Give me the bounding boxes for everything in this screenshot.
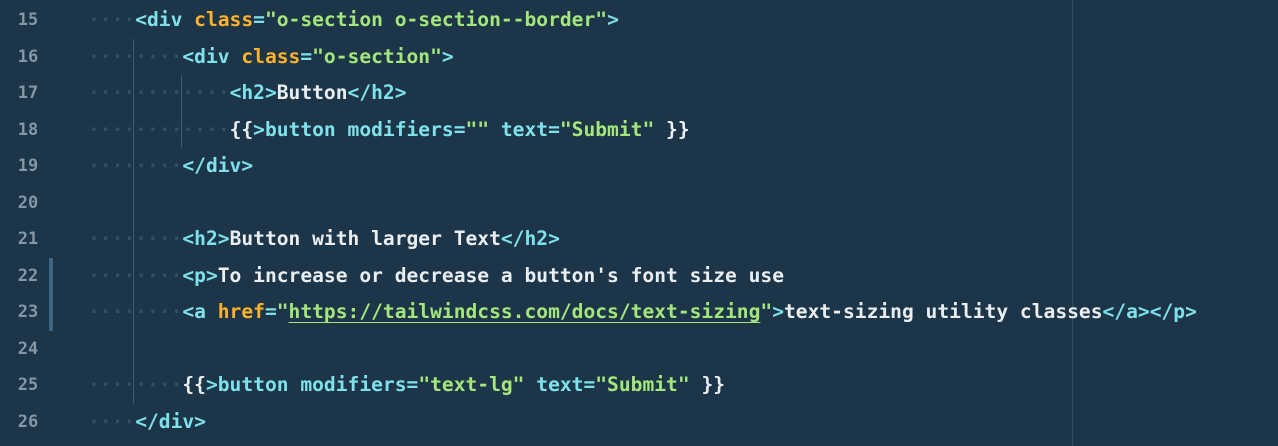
code-token: <h2>	[182, 227, 230, 250]
code-token: text-sizing utility classes	[784, 300, 1103, 323]
line-number: 24	[17, 338, 39, 359]
indent-whitespace: ········	[88, 300, 183, 323]
code-line[interactable]: 21 ········<h2>Button with larger Text</h…	[0, 221, 1278, 258]
line-number: 19	[17, 156, 39, 176]
code-token: </div>	[135, 409, 206, 433]
code-token: </div>	[182, 154, 254, 177]
code-token: To increase or decrease a button's font …	[217, 263, 784, 287]
code-token: }}	[666, 117, 690, 141]
code-token: >	[441, 44, 454, 68]
line-number: 22	[17, 265, 39, 286]
code-token: =	[264, 300, 277, 323]
code-line[interactable]: 20	[0, 185, 1278, 222]
code-token: <div	[135, 8, 195, 31]
code-token: Button with larger Text	[229, 227, 501, 250]
line-number: 18	[17, 119, 39, 140]
code-text: ········<p>To increase or decrease a but…	[88, 258, 784, 295]
line-number: 21	[17, 229, 39, 249]
code-token: <div	[182, 44, 242, 68]
code-text: ········<div class="o-section">	[88, 39, 454, 76]
code-token: <a	[182, 300, 218, 323]
code-token: "o-section o-section--border"	[264, 8, 608, 31]
indent-whitespace: ········	[88, 44, 183, 68]
code-token: "	[760, 300, 773, 323]
code-token: </a></p>	[1102, 300, 1197, 323]
code-text: ········<h2>Button with larger Text</h2>	[88, 221, 560, 258]
indent-whitespace: ········	[88, 154, 183, 177]
code-token: class	[194, 8, 254, 31]
code-token: href	[217, 300, 265, 323]
code-line[interactable]: 15 ····<div class="o-section o-section--b…	[0, 2, 1278, 39]
code-token: <p>	[182, 263, 218, 287]
code-token: "o-section"	[312, 44, 442, 68]
indent-whitespace: ····	[88, 409, 136, 433]
code-token: ""	[465, 117, 490, 141]
code-line[interactable]: 25 ········{{>button modifiers="text-lg" …	[0, 367, 1278, 404]
code-text: ········{{>button modifiers="text-lg" te…	[88, 367, 725, 404]
indent-whitespace: ····	[88, 8, 136, 31]
indent-whitespace: ········	[88, 263, 183, 287]
code-token: </h2>	[500, 227, 560, 250]
code-token: =	[300, 44, 313, 68]
code-token: "	[276, 300, 289, 323]
line-number: 16	[17, 46, 39, 67]
code-token: class	[241, 44, 301, 68]
code-line[interactable]: 23 ········<a href="https://tailwindcss.c…	[0, 294, 1278, 331]
indent-whitespace: ········	[88, 227, 183, 250]
line-number: 26	[17, 411, 39, 432]
code-token: "text-lg"	[418, 373, 525, 396]
line-number: 17	[17, 83, 39, 103]
code-token: </h2>	[347, 81, 407, 104]
code-text: ············{{>button modifiers="" text=…	[88, 112, 690, 149]
indent-whitespace: ············	[88, 81, 230, 104]
code-line[interactable]: 17 ············<h2>Button</h2>	[0, 75, 1278, 112]
code-line[interactable]: 22 ········<p>To increase or decrease a b…	[0, 257, 1278, 295]
line-number: 20	[17, 192, 39, 213]
code-line[interactable]: 19 ········</div>	[0, 148, 1278, 185]
indent-guide	[180, 75, 182, 148]
code-line[interactable]: 16 ········<div class="o-section">	[0, 39, 1278, 76]
code-token: >button modifiers=	[253, 117, 466, 141]
code-token: }}	[701, 373, 726, 396]
git-modified-marker	[49, 257, 53, 294]
code-text: ········<a href="https://tailwindcss.com…	[88, 294, 1197, 331]
line-number: 15	[17, 10, 39, 30]
code-token: Button	[276, 81, 348, 104]
line-number: 25	[17, 375, 39, 395]
code-token: text=	[524, 373, 596, 396]
code-line[interactable]: 24	[0, 331, 1278, 368]
code-token: >	[607, 8, 619, 31]
code-token: "Submit"	[595, 373, 690, 396]
code-link[interactable]: https://tailwindcss.com/docs/text-sizing	[289, 300, 761, 323]
code-line[interactable]: 18 ············{{>button modifiers="" tex…	[0, 112, 1278, 149]
code-text: ····<div class="o-section o-section--bor…	[88, 2, 619, 39]
indent-whitespace: ············	[88, 117, 230, 141]
code-token: >button modifiers=	[205, 373, 419, 396]
code-token: >	[772, 300, 784, 323]
code-token: "Submit"	[559, 117, 655, 141]
git-modified-marker	[49, 294, 53, 331]
code-token: {{	[229, 117, 254, 141]
line-number: 23	[17, 302, 39, 322]
code-token: {{	[182, 373, 206, 396]
indent-whitespace: ········	[88, 373, 183, 396]
code-token: <h2>	[229, 81, 277, 104]
indent-guide	[133, 38, 135, 404]
code-text: ····</div>	[88, 404, 206, 441]
code-token: text=	[489, 117, 560, 141]
code-text: ········</div>	[88, 148, 253, 185]
code-line[interactable]: 26 ····</div>	[0, 404, 1278, 441]
code-text: ············<h2>Button</h2>	[88, 75, 407, 112]
code-token: =	[253, 8, 265, 31]
